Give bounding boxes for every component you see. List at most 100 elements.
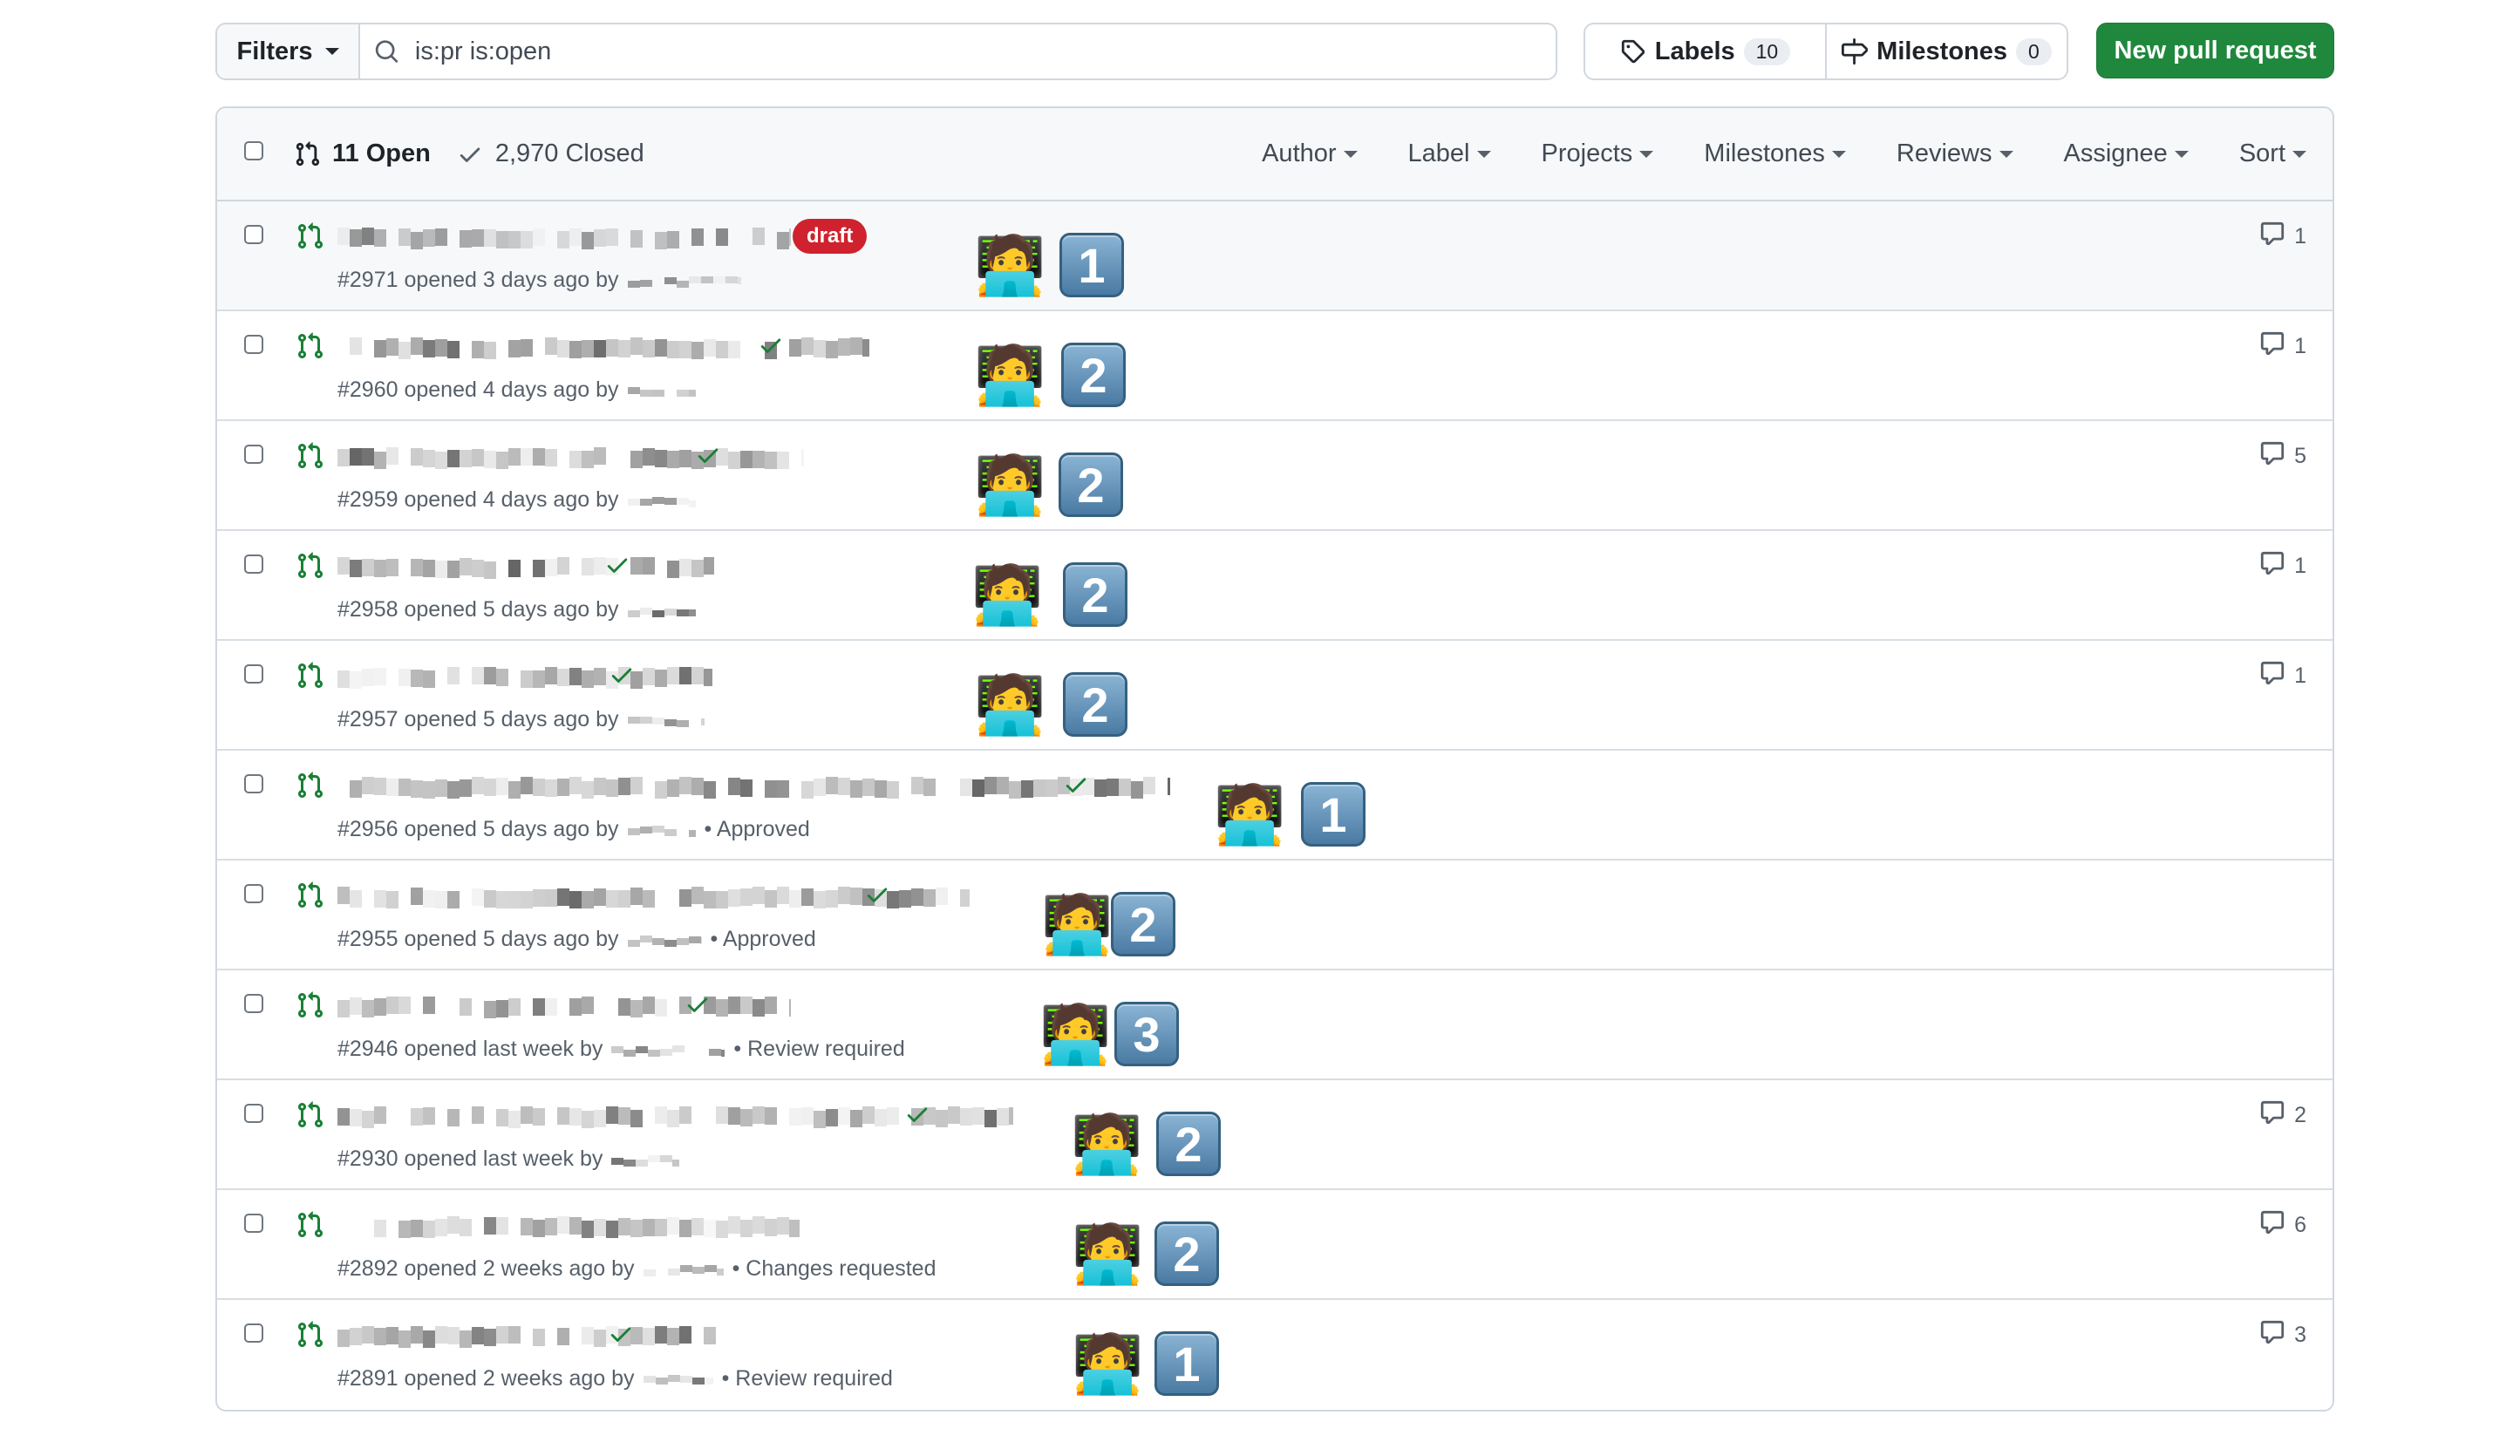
closed-filter[interactable]: 2,970 Closed xyxy=(457,139,644,168)
row-checkbox[interactable] xyxy=(244,664,263,684)
redacted-title-pixels xyxy=(337,447,814,469)
pr-row[interactable]: draft #2971 opened 3 days ago by 🧑‍💻 1 1 xyxy=(217,201,2333,311)
author-redacted[interactable] xyxy=(627,930,713,949)
comment-count: 3 xyxy=(2294,1323,2306,1347)
caret-down-icon xyxy=(1639,150,1654,158)
pr-meta: #2971 opened 3 days ago by xyxy=(337,268,750,293)
author-redacted[interactable] xyxy=(627,601,701,620)
closed-count: 2,970 Closed xyxy=(494,139,644,167)
comment-icon xyxy=(2259,330,2285,363)
caret-down-icon xyxy=(1999,150,2013,158)
labels-button[interactable]: Labels 10 xyxy=(1585,24,1825,78)
assignee-filter[interactable]: Assignee xyxy=(2064,139,2189,168)
author-redacted[interactable] xyxy=(627,271,750,290)
check-icon[interactable] xyxy=(684,991,711,1017)
technologist-emoji: 🧑‍💻 xyxy=(1072,1331,1144,1396)
comments-link[interactable]: 2 xyxy=(2259,1099,2306,1132)
row-checkbox[interactable] xyxy=(244,335,263,354)
review-status[interactable]: • Approved xyxy=(705,817,810,842)
pr-title-redacted[interactable] xyxy=(337,222,801,252)
pr-title-redacted[interactable] xyxy=(337,662,716,691)
author-redacted[interactable] xyxy=(627,381,701,400)
check-icon[interactable] xyxy=(864,881,890,908)
row-checkbox[interactable] xyxy=(244,225,263,244)
pr-title-redacted[interactable] xyxy=(337,772,1180,801)
author-redacted[interactable] xyxy=(627,820,701,840)
author-redacted[interactable] xyxy=(643,1370,717,1389)
pr-title-redacted[interactable] xyxy=(337,991,801,1021)
author-filter[interactable]: Author xyxy=(1262,139,1358,168)
pr-row[interactable]: #2892 opened 2 weeks ago by • Changes req… xyxy=(217,1190,2333,1300)
search-input[interactable] xyxy=(412,36,1556,67)
pr-row[interactable]: #2959 opened 4 days ago by 🧑‍💻 2 5 xyxy=(217,421,2333,531)
filters-button[interactable]: Filters xyxy=(217,24,360,78)
row-checkbox[interactable] xyxy=(244,1323,263,1343)
new-pull-request-button[interactable]: New pull request xyxy=(2096,23,2334,78)
row-checkbox[interactable] xyxy=(244,555,263,574)
milestone-icon xyxy=(1842,38,1869,65)
comment-icon xyxy=(2259,1319,2285,1351)
projects-filter[interactable]: Projects xyxy=(1542,139,1654,168)
pr-row[interactable]: #2956 opened 5 days ago by • Approved 🧑‍💻 1 xyxy=(217,751,2333,861)
check-icon[interactable] xyxy=(904,1101,930,1127)
comments-link[interactable]: 1 xyxy=(2259,660,2306,692)
milestones-button[interactable]: Milestones 0 xyxy=(1825,24,2067,78)
technologist-emoji: 🧑‍💻 xyxy=(974,233,1046,297)
pr-title-redacted[interactable] xyxy=(337,1321,717,1351)
pr-row[interactable]: #2958 opened 5 days ago by 🧑‍💻 2 1 xyxy=(217,531,2333,641)
open-filter[interactable]: 11 Open xyxy=(294,139,431,168)
pr-meta-text: #2959 opened 4 days ago by xyxy=(337,487,619,512)
pr-row[interactable]: #2930 opened last week by 🧑‍💻 2 2 xyxy=(217,1080,2333,1190)
review-status[interactable]: • Approved xyxy=(711,927,816,952)
pr-title-redacted[interactable] xyxy=(337,1211,801,1241)
check-icon xyxy=(460,147,480,162)
comments-link[interactable]: 1 xyxy=(2259,221,2306,253)
milestones-filter[interactable]: Milestones xyxy=(1704,139,1846,168)
search-field[interactable] xyxy=(360,24,1556,78)
row-checkbox[interactable] xyxy=(244,1104,263,1123)
pr-row[interactable]: #2955 opened 5 days ago by • Approved 🧑‍💻 2 xyxy=(217,861,2333,970)
check-icon[interactable] xyxy=(695,442,721,468)
row-checkbox[interactable] xyxy=(244,1214,263,1233)
pr-title-redacted[interactable] xyxy=(337,442,814,472)
pr-title-redacted[interactable] xyxy=(337,552,716,582)
author-redacted[interactable] xyxy=(611,1040,734,1059)
pr-row[interactable]: #2960 opened 4 days ago by 🧑‍💻 2 1 xyxy=(217,311,2333,421)
check-icon[interactable] xyxy=(604,552,630,578)
comment-icon xyxy=(2259,221,2285,253)
check-icon[interactable] xyxy=(609,662,635,688)
comments-link[interactable]: 5 xyxy=(2259,440,2306,473)
comments-link[interactable]: 6 xyxy=(2259,1209,2306,1242)
reviews-filter[interactable]: Reviews xyxy=(1897,139,2013,168)
review-status[interactable]: • Review required xyxy=(733,1037,904,1062)
sort-filter[interactable]: Sort xyxy=(2239,139,2306,168)
author-redacted[interactable] xyxy=(643,1260,729,1279)
comments-link[interactable]: 1 xyxy=(2259,550,2306,582)
author-redacted[interactable] xyxy=(611,1150,685,1169)
check-icon[interactable] xyxy=(1063,772,1089,798)
pr-meta: #2955 opened 5 days ago by • Approved xyxy=(337,927,816,952)
row-checkbox[interactable] xyxy=(244,445,263,464)
pr-row[interactable]: #2946 opened last week by • Review requir… xyxy=(217,970,2333,1080)
author-redacted[interactable] xyxy=(627,711,713,730)
comments-link[interactable]: 1 xyxy=(2259,330,2306,363)
redacted-author-pixels xyxy=(627,607,701,617)
check-icon[interactable] xyxy=(758,332,784,358)
tag-icon xyxy=(1621,39,1645,64)
git-pull-request-icon xyxy=(296,772,324,799)
select-all-checkbox[interactable] xyxy=(244,141,263,160)
pr-row[interactable]: #2957 opened 5 days ago by 🧑‍💻 2 1 xyxy=(217,641,2333,751)
row-checkbox[interactable] xyxy=(244,884,263,903)
projects-label: Projects xyxy=(1541,139,1633,167)
pr-row[interactable]: #2891 opened 2 weeks ago by • Review requ… xyxy=(217,1300,2333,1410)
review-status[interactable]: • Review required xyxy=(722,1366,893,1391)
check-icon[interactable] xyxy=(608,1321,634,1347)
row-checkbox[interactable] xyxy=(244,774,263,793)
review-status[interactable]: • Changes requested xyxy=(732,1256,936,1282)
row-checkbox[interactable] xyxy=(244,994,263,1013)
author-redacted[interactable] xyxy=(627,491,701,510)
technologist-emoji: 🧑‍💻 xyxy=(1072,1221,1144,1286)
label-filter[interactable]: Label xyxy=(1408,139,1491,168)
pr-title-redacted[interactable] xyxy=(337,332,875,362)
comments-link[interactable]: 3 xyxy=(2259,1319,2306,1351)
